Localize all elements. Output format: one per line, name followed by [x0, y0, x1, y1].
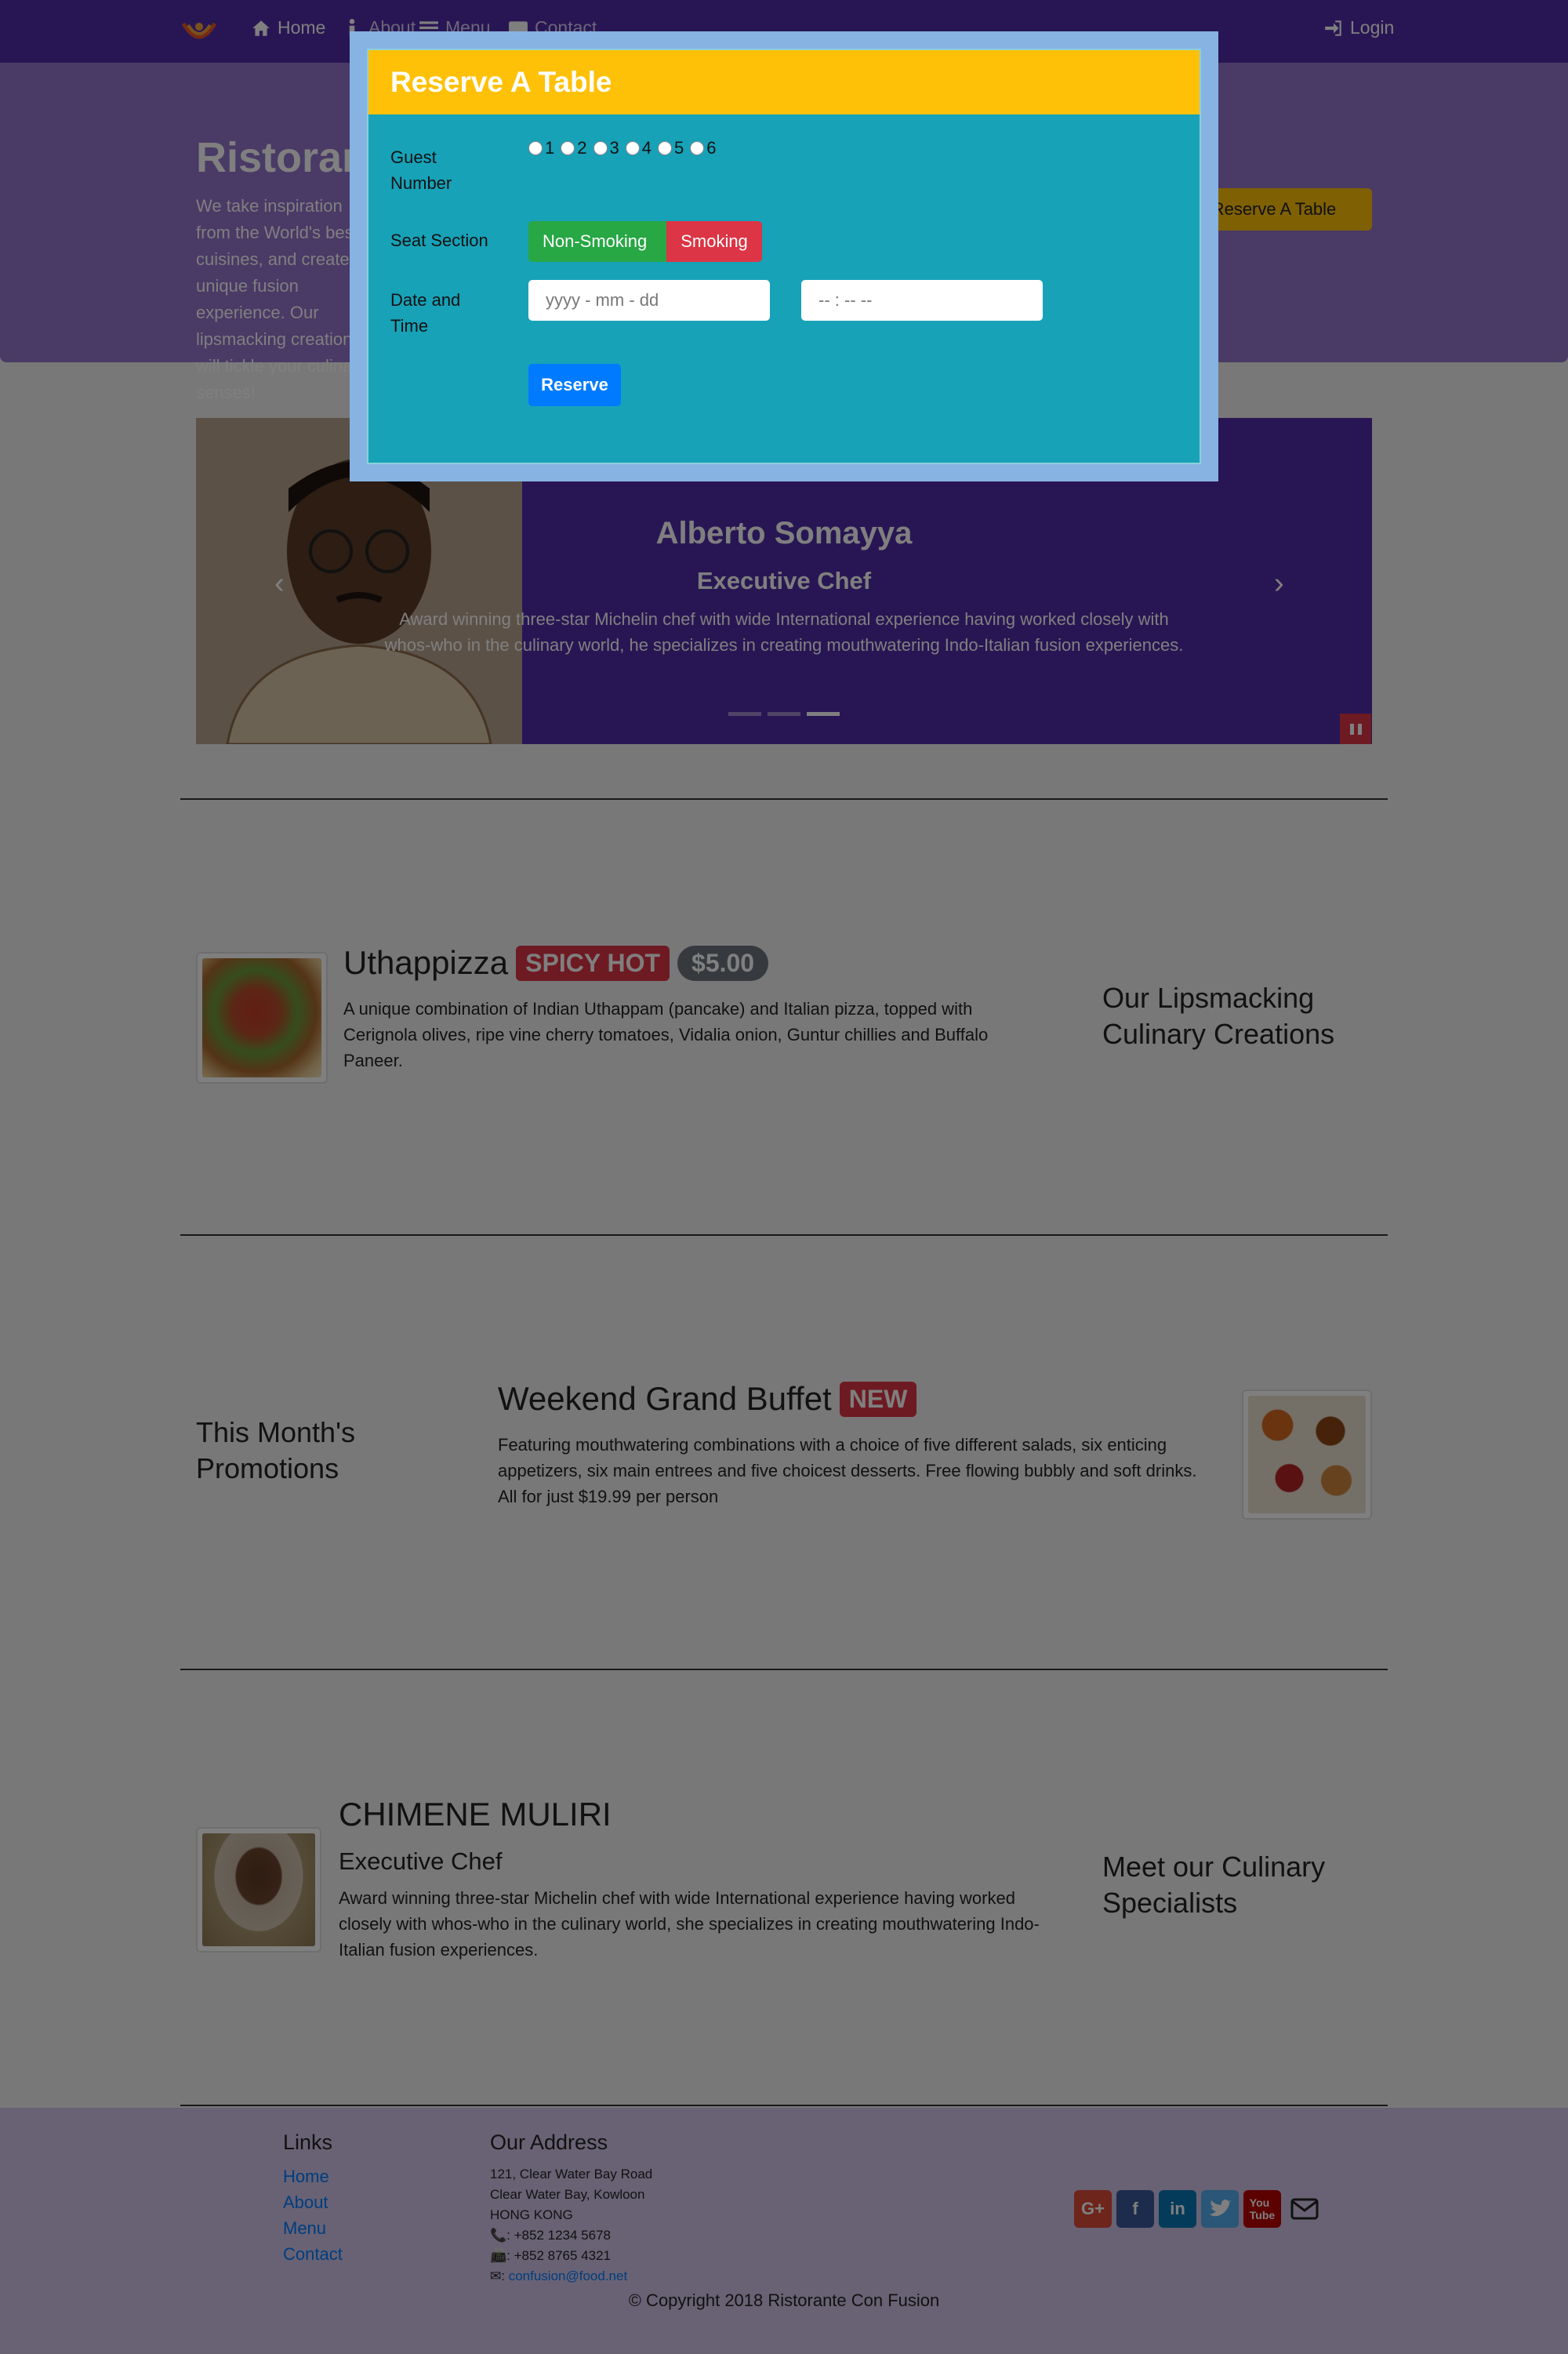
- guest-radio-label: 1: [545, 138, 555, 158]
- guest-radio-5[interactable]: [658, 141, 672, 155]
- guest-number-label: Guest Number: [390, 147, 452, 193]
- guest-radio-label: 5: [674, 138, 684, 158]
- guest-radio-label: 4: [641, 138, 652, 158]
- guest-radio-3[interactable]: [593, 141, 608, 155]
- time-input[interactable]: -- : -- --: [801, 280, 1043, 321]
- seat-section-label: Seat Section: [390, 231, 488, 250]
- smoking-button[interactable]: Smoking: [666, 221, 762, 262]
- guest-radio-6[interactable]: [690, 141, 705, 155]
- modal-header: Reserve A Table: [368, 50, 1200, 114]
- guest-radio-label: 2: [577, 138, 587, 158]
- non-smoking-button[interactable]: Non-Smoking: [528, 221, 666, 262]
- reserve-button[interactable]: Reserve: [528, 364, 621, 406]
- guest-radio-4[interactable]: [625, 141, 640, 155]
- date-input[interactable]: yyyy - mm - dd: [528, 280, 770, 321]
- guest-number-radio-group: 1 2 3 4 5 6: [528, 138, 723, 158]
- guest-radio-label: 6: [706, 138, 717, 158]
- modal-title: Reserve A Table: [390, 66, 612, 98]
- date-time-label: Date and Time: [390, 290, 461, 336]
- guest-radio-1[interactable]: [528, 141, 543, 155]
- seat-section-toggle: Non-Smoking Smoking: [528, 221, 762, 262]
- guest-radio-label: 3: [609, 138, 619, 158]
- guest-radio-2[interactable]: [561, 141, 575, 155]
- reserve-table-modal: Reserve A Table Guest Number 1 2 3 4 5 6…: [367, 49, 1201, 464]
